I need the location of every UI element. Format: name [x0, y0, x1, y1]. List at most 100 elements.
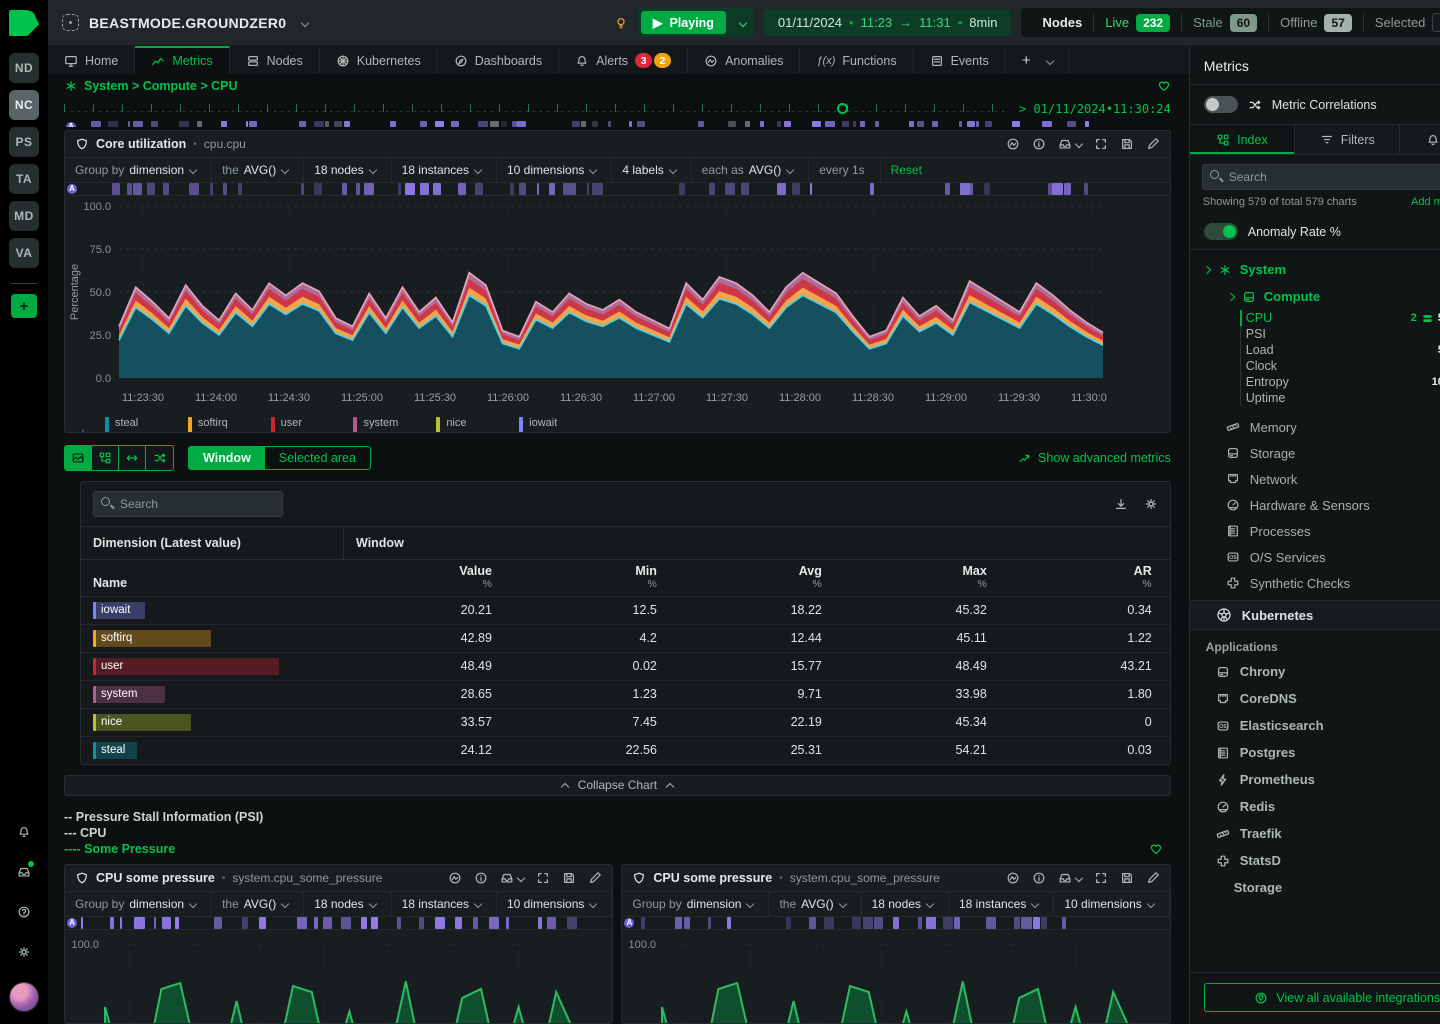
- play-chevron-down-icon[interactable]: [739, 18, 747, 26]
- sort-arrow-icon[interactable]: ↓: [75, 425, 91, 433]
- column-header-name[interactable]: Name: [81, 576, 345, 590]
- tab-kubernetes[interactable]: Kubernetes: [320, 46, 438, 74]
- date-range-picker[interactable]: 01/11/2024 • 11:23 → 11:31 • 8min: [764, 9, 1012, 36]
- sidebar-item-kubernetes[interactable]: Kubernetes: [1190, 600, 1440, 630]
- sidebar-item-memory[interactable]: Memory: [1190, 414, 1440, 440]
- sidebar-item-traefik[interactable]: Traefik: [1190, 820, 1440, 847]
- view-integrations-button[interactable]: View all available integrations: [1204, 983, 1440, 1012]
- toolbox-button-0[interactable]: [65, 446, 92, 470]
- help-icon[interactable]: [17, 903, 31, 921]
- anomalies-icon[interactable]: [1006, 871, 1020, 885]
- download-icon[interactable]: [1114, 497, 1128, 511]
- column-header-min[interactable]: Min%: [510, 564, 675, 590]
- filter-18-nodes[interactable]: 18 nodes: [304, 892, 391, 916]
- filter-18-nodes[interactable]: 18 nodes: [304, 158, 391, 182]
- table-settings-gear-icon[interactable]: [1144, 497, 1158, 511]
- filter-10-dimensions[interactable]: 10 dimensions: [1054, 892, 1169, 916]
- notifications-bell-icon[interactable]: [17, 823, 31, 841]
- filter-18-instances[interactable]: 18 instances: [949, 892, 1054, 916]
- workspace-va[interactable]: VA: [9, 238, 39, 268]
- nodes-offline[interactable]: Offline57: [1268, 14, 1363, 32]
- sidebar-leaf-load[interactable]: Load50%: [1190, 342, 1440, 358]
- nodes-stale[interactable]: Stale60: [1181, 14, 1268, 32]
- save-icon[interactable]: [562, 871, 576, 885]
- add-more-charts-link[interactable]: Add more charts: [1411, 196, 1440, 208]
- sidebar-item-chrony[interactable]: Chrony: [1190, 658, 1440, 685]
- sidebar-leaf-uptime[interactable]: Uptime0%: [1190, 390, 1440, 406]
- filter-10-dimensions[interactable]: 10 dimensions: [497, 158, 612, 182]
- show-advanced-metrics-link[interactable]: Show advanced metrics: [1018, 451, 1171, 465]
- tab-nodes[interactable]: Nodes: [230, 46, 320, 74]
- tab-metrics[interactable]: Metrics: [135, 46, 229, 74]
- netdata-logo[interactable]: [0, 0, 48, 46]
- table-row-steal[interactable]: steal24.1222.5625.3154.210.03: [81, 736, 1170, 764]
- tab-alerts[interactable]: Alerts32: [559, 46, 688, 74]
- filter-10-dimensions[interactable]: 10 dimensions: [497, 892, 612, 916]
- anomaly-rate-toggle[interactable]: [1204, 223, 1238, 240]
- anomalies-icon[interactable]: [1006, 137, 1020, 151]
- save-icon[interactable]: [1120, 871, 1134, 885]
- fullscreen-icon[interactable]: [1094, 137, 1108, 151]
- sidebar-item-elasticsearch[interactable]: OSElasticsearch: [1190, 712, 1440, 739]
- anomalies-icon[interactable]: [448, 871, 462, 885]
- sidebar-tab-alerts[interactable]: Alerts: [1400, 125, 1440, 154]
- toolbox-button-2[interactable]: [119, 446, 146, 470]
- info-icon[interactable]: [474, 871, 488, 885]
- filter-dimension[interactable]: Group bydimension: [65, 158, 212, 182]
- stacked-area-chart[interactable]: 100.075.050.025.00.011:23:3011:24:0011:2…: [65, 196, 1107, 410]
- sidebar-leaf-cpu[interactable]: CPU250%: [1190, 310, 1440, 326]
- table-row-system[interactable]: system28.651.239.7133.981.80: [81, 680, 1170, 708]
- filter-dimension[interactable]: Group bydimension: [65, 892, 212, 916]
- timeline-scrubber[interactable]: [64, 102, 1009, 116]
- filter-avg-[interactable]: theAVG(): [212, 892, 304, 916]
- toolbox-button-3[interactable]: [146, 446, 173, 470]
- table-search-input[interactable]: [93, 491, 283, 517]
- tab-add[interactable]: +: [1006, 46, 1070, 74]
- user-avatar[interactable]: [9, 982, 39, 1012]
- workspace-md[interactable]: MD: [9, 201, 39, 231]
- fullscreen-icon[interactable]: [1094, 871, 1108, 885]
- space-chevron-down-icon[interactable]: [301, 18, 309, 26]
- sidebar-tab-index[interactable]: Index: [1190, 125, 1295, 154]
- favorite-heart-icon[interactable]: [1149, 842, 1163, 856]
- sidebar-item-processes[interactable]: Processes: [1190, 518, 1440, 544]
- info-icon[interactable]: [1032, 871, 1046, 885]
- tab-home[interactable]: Home: [48, 46, 135, 74]
- sidebar-item-synthetic-checks[interactable]: Synthetic Checks: [1190, 570, 1440, 596]
- sidebar-item-storage[interactable]: Storage: [1190, 874, 1440, 901]
- sidebar-item-hardware-sensors[interactable]: Hardware & Sensors: [1190, 492, 1440, 518]
- legend-item-nice[interactable]: nice42.89 %: [436, 417, 505, 433]
- filter-dimension[interactable]: Group bydimension: [622, 892, 769, 916]
- tab-events[interactable]: Events: [914, 46, 1006, 74]
- alerts-dropdown-icon[interactable]: [1058, 871, 1082, 885]
- column-header-value[interactable]: Value%: [345, 564, 510, 590]
- legend-item-softirq[interactable]: softirq33.57 %: [188, 417, 257, 433]
- filter-18-nodes[interactable]: 18 nodes: [862, 892, 949, 916]
- segment-window[interactable]: Window: [189, 447, 265, 469]
- annotate-icon[interactable]: [1146, 137, 1160, 151]
- filter-avg-[interactable]: theAVG(): [769, 892, 861, 916]
- sidebar-item-o-s-services[interactable]: OSO/S Services: [1190, 544, 1440, 570]
- sidebar-item-statsd[interactable]: StatsD: [1190, 847, 1440, 874]
- workspace-ta[interactable]: TA: [9, 164, 39, 194]
- table-row-softirq[interactable]: softirq42.894.212.4445.111.22: [81, 624, 1170, 652]
- toolbox-button-1[interactable]: [92, 446, 119, 470]
- column-header-avg[interactable]: Avg%: [675, 564, 840, 590]
- favorite-heart-icon[interactable]: [1157, 79, 1171, 93]
- timeline-knob[interactable]: [837, 103, 848, 114]
- legend-item-iowait[interactable]: iowait20.21 %: [519, 417, 588, 433]
- sidebar-item-compute[interactable]: Compute: [1190, 283, 1440, 310]
- table-row-iowait[interactable]: iowait20.2112.518.2245.320.34: [81, 596, 1170, 624]
- pressure-area-chart[interactable]: 100.0: [65, 930, 579, 1024]
- column-header-ar[interactable]: AR%: [1005, 564, 1170, 590]
- alerts-dropdown-icon[interactable]: [1058, 137, 1082, 151]
- workspace-ps[interactable]: PS: [9, 127, 39, 157]
- metric-correlations-toggle[interactable]: [1204, 96, 1238, 113]
- sidebar-item-network[interactable]: Network: [1190, 466, 1440, 492]
- sidebar-item-postgres[interactable]: Postgres: [1190, 739, 1440, 766]
- inbox-icon[interactable]: [17, 863, 31, 881]
- column-header-max[interactable]: Max%: [840, 564, 1005, 590]
- annotate-icon[interactable]: [1146, 871, 1160, 885]
- segment-selected-area[interactable]: Selected area: [265, 447, 370, 469]
- table-row-nice[interactable]: nice33.577.4522.1945.340: [81, 708, 1170, 736]
